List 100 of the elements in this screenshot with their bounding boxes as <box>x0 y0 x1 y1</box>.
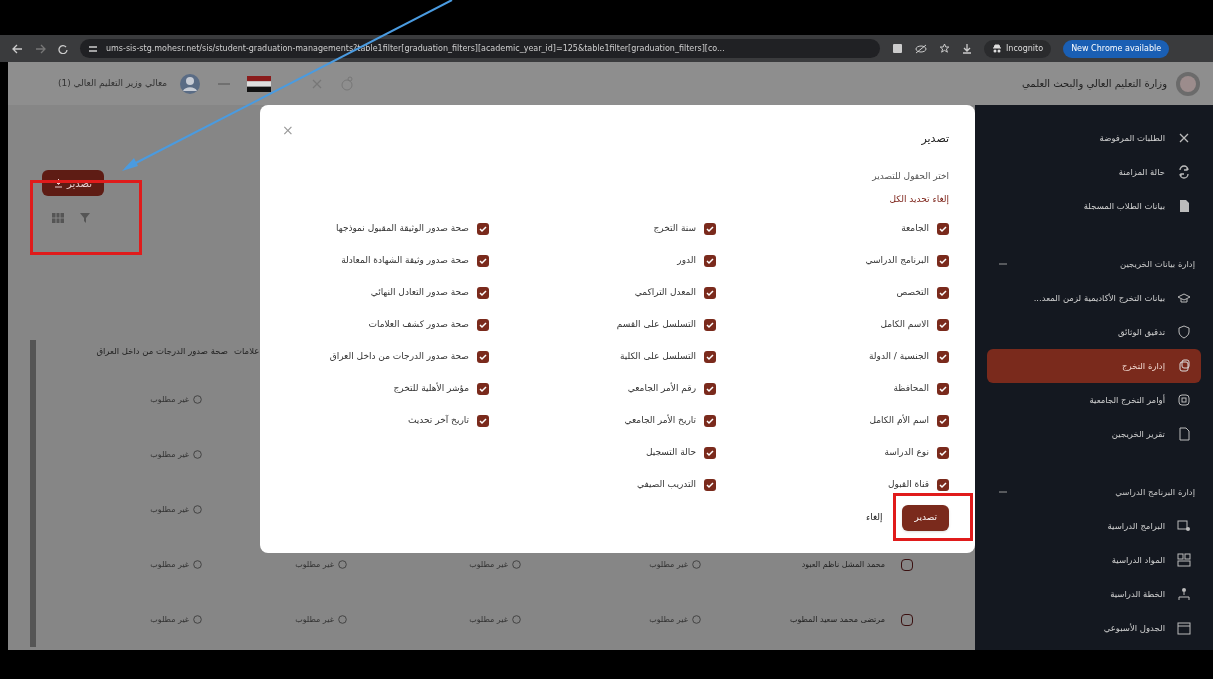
checkbox[interactable] <box>937 446 949 459</box>
checkbox[interactable] <box>477 222 489 235</box>
close-icon <box>1177 131 1191 145</box>
deselect-all-link[interactable]: إلغاء تحديد الكل <box>889 193 949 207</box>
sidebar-section[interactable]: إدارة البرنامج الدراسي <box>987 475 1201 509</box>
site-settings-icon[interactable] <box>88 43 98 54</box>
back-icon[interactable] <box>12 43 23 54</box>
checkbox[interactable] <box>704 350 716 363</box>
checkbox[interactable] <box>937 414 949 427</box>
checkbox[interactable] <box>477 286 489 299</box>
flag-icon[interactable] <box>247 75 272 92</box>
field-checkbox[interactable]: رقم الأمر الجامعي <box>627 372 716 405</box>
row-checkbox[interactable] <box>901 558 913 571</box>
sidebar-item[interactable]: تدقيق الوثائق <box>987 315 1201 349</box>
ministry-logo-icon <box>1175 70 1201 97</box>
checkbox[interactable] <box>937 350 949 363</box>
field-checkbox[interactable]: صحة صدور الدرجات من داخل العراق <box>329 340 489 373</box>
eye-off-icon[interactable] <box>915 43 927 54</box>
forward-icon[interactable] <box>35 43 46 54</box>
info-icon <box>193 615 202 624</box>
sidebar-item[interactable]: بيانات التخرج الأكاديمية لزمن المعد... <box>987 281 1201 315</box>
check-icon <box>479 256 487 265</box>
check-icon <box>479 288 487 297</box>
checkbox[interactable] <box>704 222 716 235</box>
field-checkbox[interactable]: قناة القبول <box>887 468 949 501</box>
field-checkbox[interactable]: الدور <box>677 244 716 277</box>
download-icon[interactable] <box>962 43 972 54</box>
checkbox[interactable] <box>477 414 489 427</box>
sidebar-item[interactable]: بيانات الطلاب المسجلة <box>987 189 1201 223</box>
star-icon[interactable] <box>939 43 950 54</box>
user-avatar-icon[interactable] <box>179 72 202 95</box>
field-checkbox[interactable]: التسلسل على القسم <box>616 308 716 341</box>
check-icon <box>939 288 947 297</box>
export-button[interactable]: تصدير <box>902 505 949 531</box>
dialog-subtitle: اختر الحقول للتصدير <box>871 169 949 183</box>
check-icon <box>706 320 714 329</box>
user-name: معالي وزير التعليم العالي (1) <box>58 76 168 90</box>
info-icon <box>193 450 202 459</box>
cancel-button[interactable]: إلغاء <box>865 511 883 525</box>
calendar-icon <box>1177 621 1191 635</box>
sidebar-section[interactable]: إدارة بيانات الخريجين <box>987 247 1201 281</box>
field-checkbox[interactable]: الجنسية / الدولة <box>869 340 949 373</box>
checkbox[interactable] <box>477 382 489 395</box>
field-checkbox[interactable]: مؤشر الأهلية للتخرج <box>393 372 489 405</box>
checkbox[interactable] <box>477 350 489 363</box>
field-checkbox[interactable]: سنة التخرج <box>653 212 716 245</box>
student-name: محمد المشل ناظم العبود <box>800 558 885 571</box>
update-chrome-button[interactable]: New Chrome available <box>1063 39 1170 58</box>
checkbox[interactable] <box>704 318 716 331</box>
incognito-badge[interactable]: Incognito <box>984 39 1052 58</box>
sidebar-item[interactable]: البرامج الدراسية <box>987 509 1201 543</box>
checkbox[interactable] <box>704 382 716 395</box>
ministry-name: وزارة التعليم العالي والبحث العلمي <box>1022 77 1167 91</box>
field-checkbox[interactable]: البرنامج الدراسي <box>865 244 949 277</box>
checkbox[interactable] <box>704 478 716 491</box>
sidebar-item[interactable]: إدارة التخرج <box>987 349 1201 383</box>
check-icon <box>706 352 714 361</box>
check-icon <box>939 416 947 425</box>
check-icon <box>939 384 947 393</box>
field-checkbox[interactable]: التخصص <box>896 276 949 309</box>
status-cell: غير مطلوب <box>469 613 521 626</box>
field-checkbox[interactable]: التدريب الصيفي <box>636 468 716 501</box>
row-checkbox[interactable] <box>901 613 913 626</box>
sidebar-item[interactable]: حالة المزامنة <box>987 155 1201 189</box>
checkbox[interactable] <box>937 382 949 395</box>
field-checkbox[interactable]: تاريخ الأمر الجامعي <box>624 404 716 437</box>
field-checkbox[interactable]: صحة صدور التعادل النهائي <box>370 276 489 309</box>
sidebar-item[interactable]: الخطة الدراسية <box>987 577 1201 611</box>
checkbox[interactable] <box>477 318 489 331</box>
field-checkbox[interactable]: صحة صدور الوثيقة المقبول نموذجها <box>336 212 489 245</box>
field-checkbox[interactable]: صحة صدور كشف العلامات <box>368 308 489 341</box>
sidebar-item[interactable]: الجدول الأسبوعي <box>987 611 1201 645</box>
reload-icon[interactable] <box>58 43 68 54</box>
sidebar-item[interactable]: أوامر التخرج الجامعية <box>987 383 1201 417</box>
field-checkbox[interactable]: التسلسل على الكلية <box>619 340 716 373</box>
checkbox[interactable] <box>704 446 716 459</box>
checkbox[interactable] <box>704 414 716 427</box>
checkbox[interactable] <box>704 254 716 267</box>
field-checkbox[interactable]: المعدل التراكمي <box>634 276 716 309</box>
field-checkbox[interactable]: الجامعة <box>901 212 949 245</box>
field-checkbox[interactable]: اسم الأم الكامل <box>869 404 949 437</box>
field-checkbox[interactable]: حالة التسجيل <box>645 436 716 469</box>
sidebar-item[interactable]: المواد الدراسية <box>987 543 1201 577</box>
field-checkbox[interactable]: الاسم الكامل <box>880 308 949 341</box>
check-icon <box>706 256 714 265</box>
checkbox[interactable] <box>937 478 949 491</box>
status-cell: غير مطلوب <box>150 503 202 516</box>
checkbox[interactable] <box>937 318 949 331</box>
checkbox[interactable] <box>937 222 949 235</box>
checkbox[interactable] <box>937 286 949 299</box>
field-checkbox[interactable]: نوع الدراسة <box>884 436 949 469</box>
checkbox[interactable] <box>937 254 949 267</box>
sidebar-item[interactable]: الطلبات المرفوضة <box>987 121 1201 155</box>
file-icon <box>1177 427 1191 441</box>
checkbox[interactable] <box>704 286 716 299</box>
field-checkbox[interactable]: صحة صدور وثيقة الشهادة المعادلة <box>341 244 489 277</box>
field-checkbox[interactable]: تاريخ آخر تحديث <box>407 404 489 437</box>
sidebar-item[interactable]: تقرير الخريجين <box>987 417 1201 451</box>
field-checkbox[interactable]: المحافظة <box>893 372 949 405</box>
checkbox[interactable] <box>477 254 489 267</box>
